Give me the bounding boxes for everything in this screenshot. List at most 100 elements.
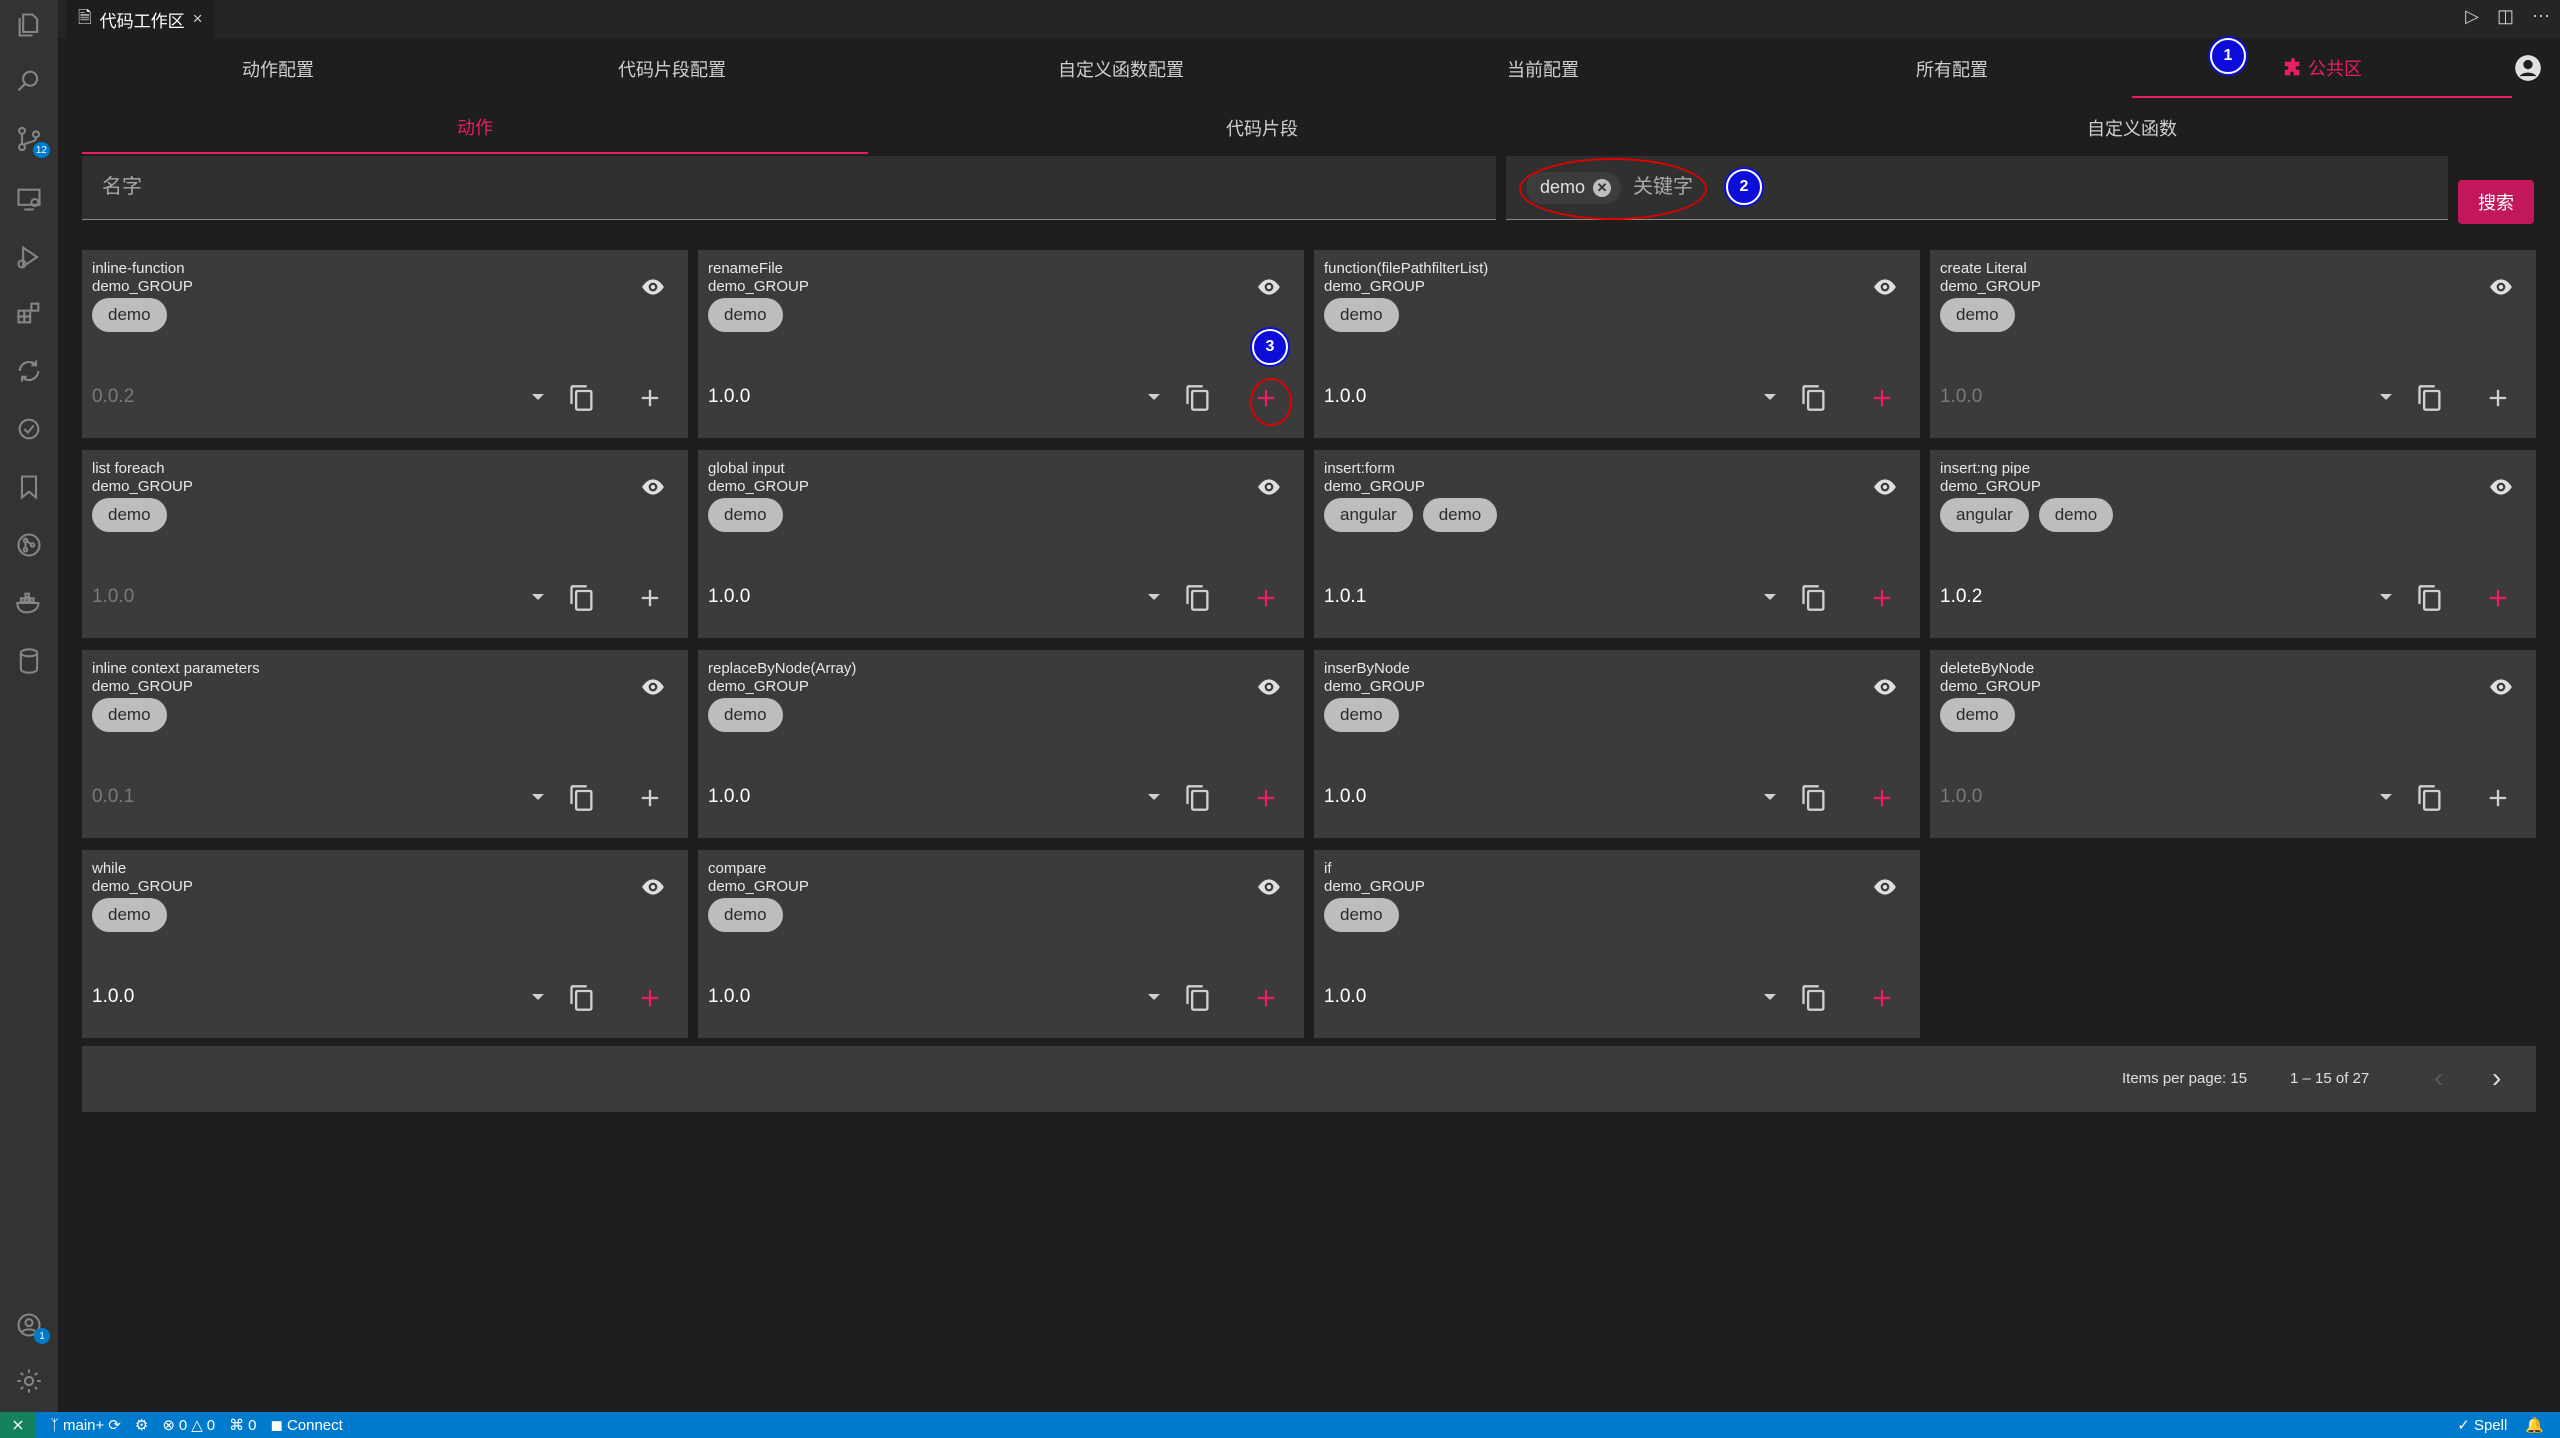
preview-eye-icon[interactable]: [1872, 274, 1898, 300]
version-dropdown-arrow-icon[interactable]: [1148, 594, 1160, 600]
preview-eye-icon[interactable]: [640, 274, 666, 300]
version-select[interactable]: 1.0.0: [1324, 386, 1366, 408]
connect-indicator[interactable]: ◼ Connect: [270, 1416, 342, 1435]
version-dropdown-arrow-icon[interactable]: [1764, 994, 1776, 1000]
version-select[interactable]: 1.0.0: [708, 986, 750, 1008]
run-debug-icon[interactable]: [14, 242, 44, 272]
problems-indicator[interactable]: ⊗ 0 △ 0: [162, 1416, 215, 1435]
add-icon[interactable]: [2484, 784, 2512, 812]
branch-indicator[interactable]: ᛉ main+ ⟳: [50, 1416, 121, 1435]
add-icon[interactable]: [1868, 984, 1896, 1012]
tab-custom-functions[interactable]: 自定义函数: [1742, 102, 2522, 154]
copy-icon[interactable]: [568, 984, 596, 1012]
version-dropdown-arrow-icon[interactable]: [1148, 394, 1160, 400]
version-dropdown-arrow-icon[interactable]: [532, 994, 544, 1000]
more-actions-icon[interactable]: ⋯: [2532, 6, 2550, 27]
tab-actions[interactable]: 动作: [82, 102, 868, 154]
tab-snippets[interactable]: 代码片段: [872, 102, 1652, 154]
version-dropdown-arrow-icon[interactable]: [532, 394, 544, 400]
run-icon[interactable]: ▷: [2465, 6, 2479, 27]
add-icon[interactable]: [2484, 584, 2512, 612]
version-select[interactable]: 1.0.0: [708, 386, 750, 408]
accounts-icon[interactable]: 1: [14, 1310, 50, 1344]
copy-icon[interactable]: [1800, 984, 1828, 1012]
preview-eye-icon[interactable]: [2488, 274, 2514, 300]
preview-eye-icon[interactable]: [640, 874, 666, 900]
version-select[interactable]: 1.0.0: [708, 786, 750, 808]
previous-page-icon[interactable]: ‹: [2434, 1062, 2443, 1094]
add-icon[interactable]: [1252, 784, 1280, 812]
version-select[interactable]: 0.0.1: [92, 786, 134, 808]
copy-icon[interactable]: [1800, 384, 1828, 412]
copy-icon[interactable]: [568, 784, 596, 812]
nav-current-config[interactable]: 当前配置: [1374, 40, 1712, 98]
preview-eye-icon[interactable]: [2488, 474, 2514, 500]
nav-all-config[interactable]: 所有配置: [1714, 40, 2190, 98]
nav-function-config[interactable]: 自定义函数配置: [870, 40, 1372, 98]
add-icon[interactable]: [636, 784, 664, 812]
version-select[interactable]: 1.0.0: [92, 986, 134, 1008]
nav-public-area[interactable]: 公共区: [2132, 40, 2512, 98]
remote-explorer-icon[interactable]: [14, 184, 44, 214]
add-icon[interactable]: [1868, 384, 1896, 412]
version-select[interactable]: 1.0.0: [708, 586, 750, 608]
remote-indicator-icon[interactable]: ⨯: [0, 1412, 36, 1438]
testing-icon[interactable]: [14, 414, 44, 444]
notifications-bell-icon[interactable]: 🔔: [2525, 1416, 2544, 1434]
version-select[interactable]: 1.0.0: [1324, 786, 1366, 808]
preview-eye-icon[interactable]: [2488, 674, 2514, 700]
copy-icon[interactable]: [1184, 784, 1212, 812]
database-icon[interactable]: [14, 646, 44, 676]
version-dropdown-arrow-icon[interactable]: [2380, 394, 2392, 400]
settings-gear-icon[interactable]: [14, 1366, 44, 1396]
nav-snippet-config[interactable]: 代码片段配置: [476, 40, 868, 98]
version-dropdown-arrow-icon[interactable]: [1148, 794, 1160, 800]
add-icon[interactable]: [1868, 784, 1896, 812]
preview-eye-icon[interactable]: [1872, 674, 1898, 700]
copy-icon[interactable]: [1800, 584, 1828, 612]
copy-icon[interactable]: [568, 584, 596, 612]
preview-eye-icon[interactable]: [1256, 274, 1282, 300]
name-input[interactable]: [102, 176, 1496, 199]
sync-icon[interactable]: [14, 356, 44, 386]
preview-eye-icon[interactable]: [1872, 874, 1898, 900]
add-icon[interactable]: [636, 384, 664, 412]
version-select[interactable]: 1.0.0: [1324, 986, 1366, 1008]
preview-eye-icon[interactable]: [640, 674, 666, 700]
add-icon[interactable]: [636, 584, 664, 612]
version-dropdown-arrow-icon[interactable]: [2380, 594, 2392, 600]
preview-eye-icon[interactable]: [1256, 874, 1282, 900]
docker-icon[interactable]: [14, 588, 44, 618]
explorer-icon[interactable]: [14, 10, 44, 40]
copy-icon[interactable]: [2416, 384, 2444, 412]
version-dropdown-arrow-icon[interactable]: [1764, 594, 1776, 600]
search-icon[interactable]: [14, 66, 44, 96]
copy-icon[interactable]: [2416, 784, 2444, 812]
version-select[interactable]: 1.0.2: [1940, 586, 1982, 608]
bookmark-icon[interactable]: [14, 472, 44, 502]
version-select[interactable]: 1.0.0: [1940, 386, 1982, 408]
close-tab-icon[interactable]: ×: [193, 9, 203, 29]
add-icon[interactable]: [1252, 984, 1280, 1012]
split-editor-icon[interactable]: ◫: [2497, 6, 2514, 27]
copy-icon[interactable]: [1184, 984, 1212, 1012]
search-button[interactable]: 搜索: [2458, 180, 2534, 224]
preview-eye-icon[interactable]: [1256, 474, 1282, 500]
copy-icon[interactable]: [2416, 584, 2444, 612]
add-icon[interactable]: [1868, 584, 1896, 612]
extensions-icon[interactable]: [14, 298, 44, 328]
copy-icon[interactable]: [1184, 584, 1212, 612]
version-select[interactable]: 1.0.1: [1324, 586, 1366, 608]
version-dropdown-arrow-icon[interactable]: [1764, 794, 1776, 800]
version-dropdown-arrow-icon[interactable]: [1764, 394, 1776, 400]
add-icon[interactable]: [636, 984, 664, 1012]
version-dropdown-arrow-icon[interactable]: [532, 594, 544, 600]
version-select[interactable]: 1.0.0: [92, 586, 134, 608]
preview-eye-icon[interactable]: [640, 474, 666, 500]
preview-eye-icon[interactable]: [1872, 474, 1898, 500]
copy-icon[interactable]: [1184, 384, 1212, 412]
add-icon[interactable]: [1252, 584, 1280, 612]
version-select[interactable]: 0.0.2: [92, 386, 134, 408]
account-circle-icon[interactable]: [2514, 54, 2542, 82]
version-dropdown-arrow-icon[interactable]: [2380, 794, 2392, 800]
